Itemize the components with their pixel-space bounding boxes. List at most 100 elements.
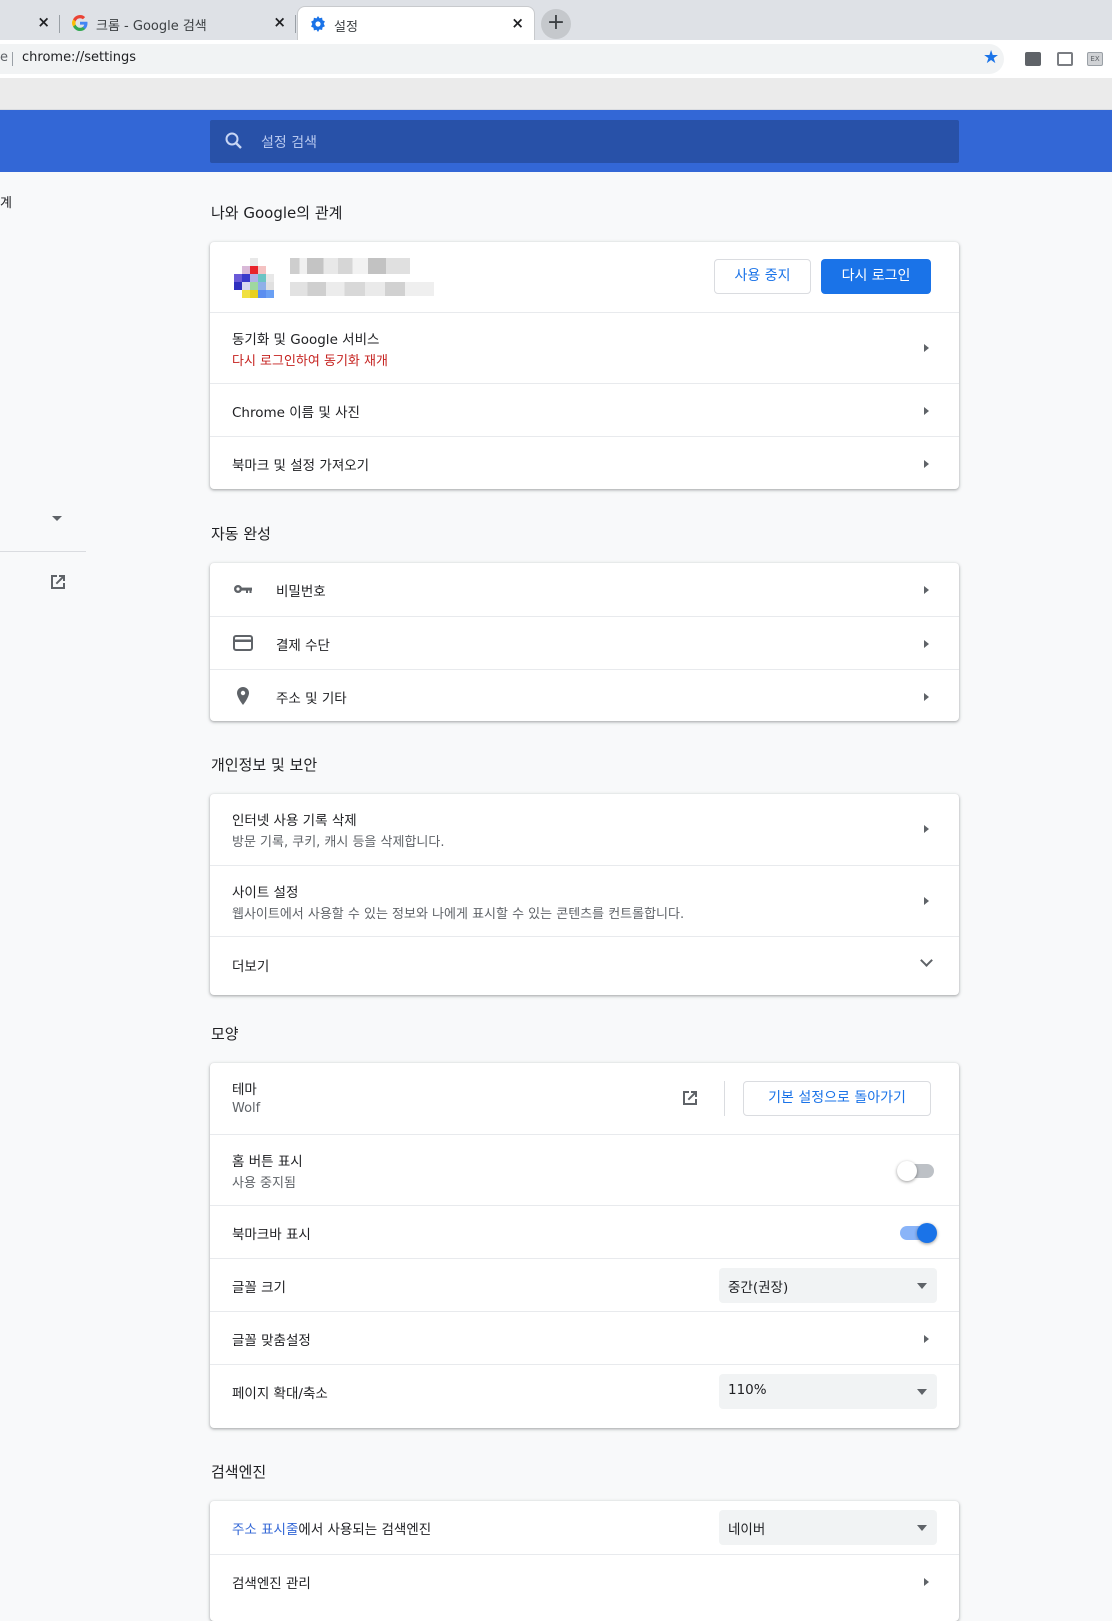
search-engine-select[interactable]: 네이버 [719,1510,937,1545]
settings-header: 설정 검색 [0,110,1112,172]
section-title-autofill: 자동 완성 [211,525,271,543]
dropdown-arrow-icon[interactable] [52,516,62,521]
sync-row[interactable]: 동기화 및 Google 서비스 다시 로그인하여 동기화 재개 [210,312,959,383]
account-email-redacted [290,282,434,296]
tab-strip: × 크롬 - Google 검색 × 설정 × + [0,0,1112,40]
customize-fonts-label: 글꼴 맞춤설정 [232,1333,311,1349]
extension-ex-icon[interactable]: EX [1087,52,1103,66]
close-tab-icon[interactable]: × [273,13,286,31]
passwords-row[interactable]: 비밀번호 [210,563,959,616]
card-search-engine: 주소 표시줄에서 사용되는 검색엔진 네이버 검색엔진 관리 [210,1501,959,1621]
new-tab-button[interactable]: + [541,9,571,39]
extension-window-icon[interactable] [1057,52,1073,66]
key-icon [234,585,252,593]
search-engine-row: 주소 표시줄에서 사용되는 검색엔진 네이버 [210,1501,959,1554]
card-appearance: 테마 Wolf 기본 설정으로 돌아가기 홈 버튼 표시 사용 중지됨 북마크바… [210,1063,959,1428]
tab-partial[interactable]: × [0,6,60,40]
home-button-toggle[interactable] [897,1161,934,1181]
chrome-name-label: Chrome 이름 및 사진 [232,405,360,421]
import-row[interactable]: 북마크 및 설정 가져오기 [210,436,959,489]
google-g-icon [72,15,88,31]
search-engine-value: 네이버 [728,1522,766,1538]
url-text[interactable]: chrome://settings [22,50,136,65]
chevron-right-icon [924,825,929,833]
bookmarks-bar-label: 북마크바 표시 [232,1227,311,1243]
payments-label: 결제 수단 [276,638,330,654]
chevron-down-icon [920,954,933,967]
open-in-new-icon[interactable] [48,572,68,592]
clear-data-row[interactable]: 인터넷 사용 기록 삭제 방문 기록, 쿠키, 캐시 등을 삭제합니다. [210,794,959,865]
vertical-divider [724,1081,725,1116]
avatar [234,258,274,298]
credit-card-icon [233,635,253,651]
star-icon[interactable]: ★ [983,47,999,68]
chevron-right-icon [924,1578,929,1586]
open-in-new-icon[interactable] [680,1088,700,1108]
site-settings-row[interactable]: 사이트 설정 웹사이트에서 사용할 수 있는 정보와 나에게 표시할 수 있는 … [210,865,959,936]
more-row[interactable]: 더보기 [210,936,959,995]
payments-row[interactable]: 결제 수단 [210,616,959,669]
font-size-value: 중간(권장) [728,1280,789,1296]
manage-search-engines-row[interactable]: 검색엔진 관리 [210,1554,959,1607]
sign-in-again-button[interactable]: 다시 로그인 [821,259,931,294]
font-size-select[interactable]: 중간(권장) [719,1268,937,1303]
theme-value: Wolf [232,1101,261,1116]
clear-data-description: 방문 기록, 쿠키, 캐시 등을 삭제합니다. [232,835,445,850]
passwords-label: 비밀번호 [276,584,326,600]
bookmarks-bar-toggle[interactable] [900,1223,937,1243]
close-tab-icon[interactable]: × [511,14,524,32]
page-zoom-row: 페이지 확대/축소 110% [210,1364,959,1428]
card-you-google: 사용 중지 다시 로그인 동기화 및 Google 서비스 다시 로그인하여 동… [210,242,959,489]
font-size-label: 글꼴 크기 [232,1280,286,1296]
browser-toolbar: e chrome://settings ★ EX [0,40,1112,78]
stop-sync-button[interactable]: 사용 중지 [714,259,811,294]
tab-title: 설정 [334,20,358,35]
addresses-row[interactable]: 주소 및 기타 [210,669,959,721]
search-engine-label: 주소 표시줄에서 사용되는 검색엔진 [232,1518,431,1538]
omnibox-prefix: e [0,50,8,65]
settings-search-input[interactable]: 설정 검색 [210,120,959,163]
chevron-right-icon [924,344,929,352]
addresses-label: 주소 및 기타 [276,691,347,707]
page-zoom-label: 페이지 확대/축소 [232,1386,328,1402]
gear-icon [311,16,325,32]
tab-google-search[interactable]: 크롬 - Google 검색 × [60,6,296,40]
bookmarks-bar-row[interactable]: 북마크바 표시 [210,1205,959,1258]
chevron-right-icon [924,693,929,701]
page-zoom-value: 110% [728,1382,767,1398]
home-button-row[interactable]: 홈 버튼 표시 사용 중지됨 [210,1134,959,1205]
tab-title: 크롬 - Google 검색 [96,19,207,34]
page-zoom-select[interactable]: 110% [719,1374,937,1409]
extension-info-icon[interactable] [1025,52,1041,66]
chevron-right-icon [924,640,929,648]
sidebar-item-fragment[interactable]: 계 [0,192,12,211]
more-label: 더보기 [232,959,270,975]
card-autofill: 비밀번호 결제 수단 주소 및 기타 [210,563,959,721]
card-privacy: 인터넷 사용 기록 삭제 방문 기록, 쿠키, 캐시 등을 삭제합니다. 사이트… [210,794,959,995]
chrome-name-row[interactable]: Chrome 이름 및 사진 [210,383,959,436]
close-tab-icon[interactable]: × [37,13,50,31]
reset-theme-button[interactable]: 기본 설정으로 돌아가기 [743,1081,931,1116]
tab-settings[interactable]: 설정 × [297,6,535,40]
search-engine-label-rest: 에서 사용되는 검색엔진 [298,1522,432,1538]
font-size-row: 글꼴 크기 중간(권장) [210,1258,959,1311]
customize-fonts-row[interactable]: 글꼴 맞춤설정 [210,1311,959,1364]
bookmarks-bar [0,78,1112,110]
home-button-status: 사용 중지됨 [232,1176,296,1191]
chevron-right-icon [924,586,929,594]
dropdown-arrow-icon [917,1389,927,1395]
dropdown-arrow-icon [917,1283,927,1289]
manage-search-engines-label: 검색엔진 관리 [232,1576,311,1592]
chevron-right-icon [924,407,929,415]
home-button-label: 홈 버튼 표시 [232,1154,303,1170]
address-bar-link[interactable]: 주소 표시줄 [232,1522,298,1538]
section-title-you-google: 나와 Google의 관계 [211,204,343,222]
site-settings-description: 웹사이트에서 사용할 수 있는 정보와 나에게 표시할 수 있는 콘텐츠를 컨트… [232,907,685,922]
site-settings-label: 사이트 설정 [232,885,299,901]
chevron-right-icon [924,1335,929,1343]
theme-row: 테마 Wolf 기본 설정으로 돌아가기 [210,1063,959,1134]
search-placeholder: 설정 검색 [261,135,317,151]
address-bar[interactable]: e chrome://settings ★ [0,44,1004,74]
omnibox-separator [12,52,13,66]
location-pin-icon [237,687,249,705]
